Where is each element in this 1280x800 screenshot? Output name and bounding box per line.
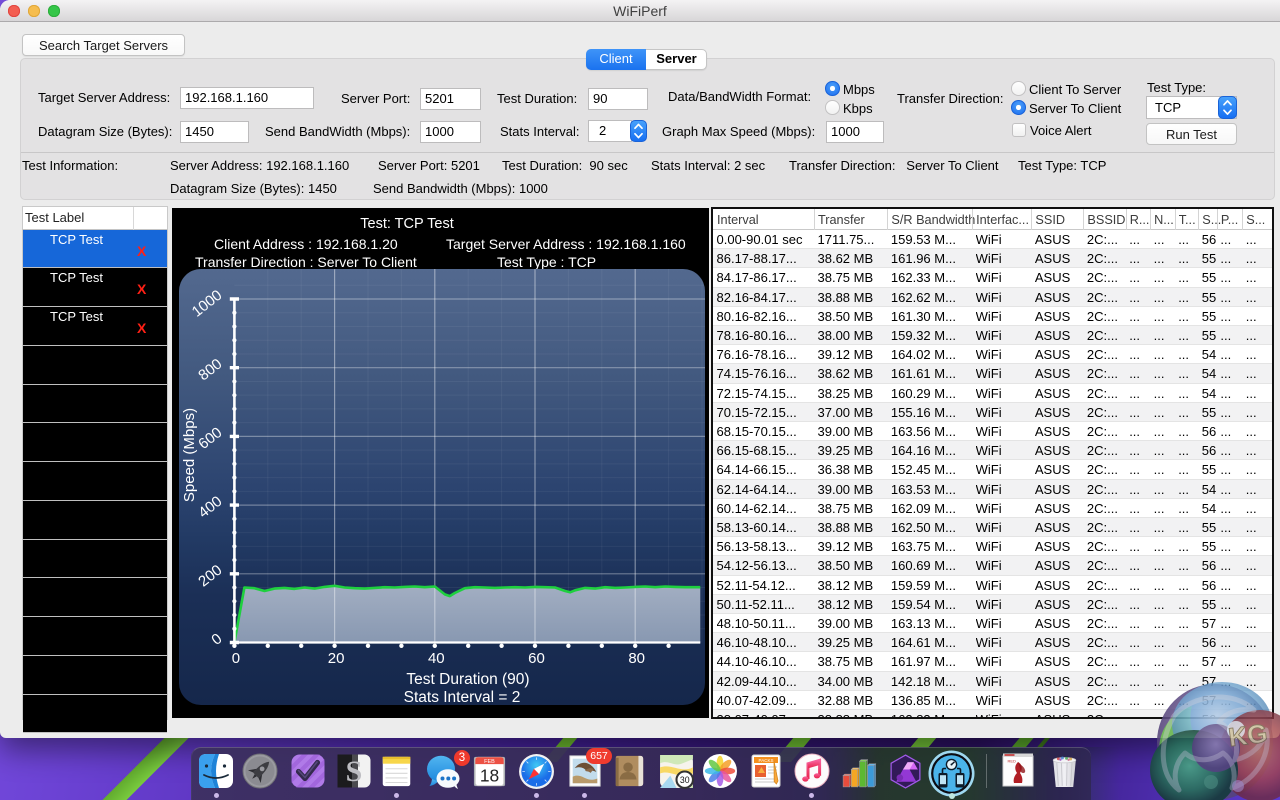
svg-text:60: 60 xyxy=(528,650,545,667)
svg-text:Test Duration (90): Test Duration (90) xyxy=(406,671,529,688)
svg-text:PACKS: PACKS xyxy=(759,758,774,763)
svg-text:18: 18 xyxy=(480,766,499,786)
svg-text:RED: RED xyxy=(1008,759,1017,764)
svg-text:Speed (Mbps): Speed (Mbps) xyxy=(181,407,198,501)
svg-text:KG: KG xyxy=(1227,718,1269,753)
svg-text:FEB: FEB xyxy=(484,759,495,765)
svg-text:Stats Interval = 2: Stats Interval = 2 xyxy=(404,689,521,705)
svg-text:S: S xyxy=(346,755,363,788)
svg-text:30: 30 xyxy=(680,775,690,785)
svg-text:0: 0 xyxy=(232,650,240,667)
svg-text:80: 80 xyxy=(628,650,645,667)
svg-text:40: 40 xyxy=(428,650,445,667)
svg-text:20: 20 xyxy=(328,650,345,667)
